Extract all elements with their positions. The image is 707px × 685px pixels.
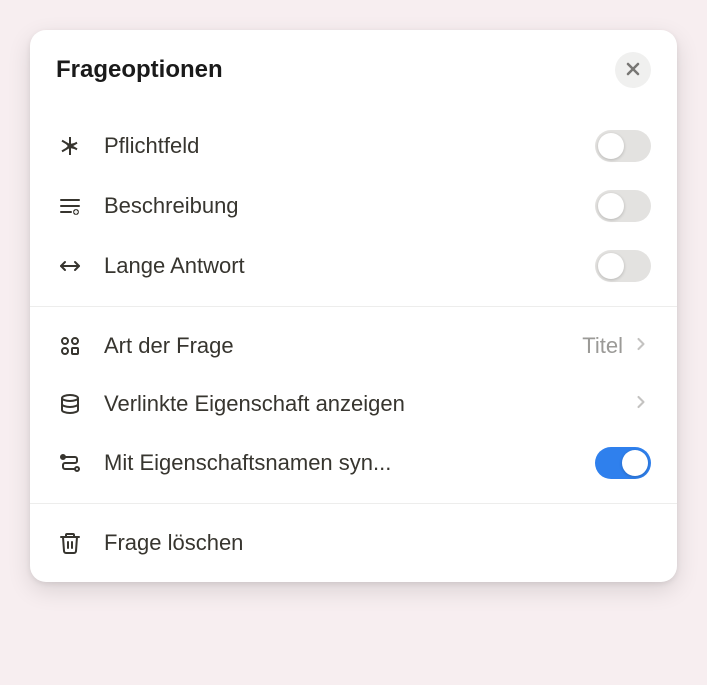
long-answer-toggle[interactable] (595, 250, 651, 282)
linked-property-row[interactable]: Verlinkte Eigenschaft anzeigen (30, 375, 677, 433)
question-type-label: Art der Frage (104, 333, 582, 359)
description-icon (56, 192, 84, 220)
linked-property-label: Verlinkte Eigenschaft anzeigen (104, 391, 631, 417)
delete-question-row[interactable]: Frage löschen (30, 514, 677, 572)
trash-icon (56, 529, 84, 557)
grid-icon (56, 332, 84, 360)
config-section: Art der Frage Titel Verlinkte Eigenschaf… (30, 307, 677, 503)
close-icon (625, 61, 641, 80)
close-button[interactable] (615, 52, 651, 88)
sync-name-toggle[interactable] (595, 447, 651, 479)
toggles-section: Pflichtfeld Beschreibung (30, 106, 677, 306)
panel-header: Frageoptionen (30, 30, 677, 106)
chevron-right-icon (631, 392, 651, 417)
sync-name-label: Mit Eigenschaftsnamen syn... (104, 450, 595, 476)
panel-title: Frageoptionen (56, 56, 223, 84)
question-options-panel: Frageoptionen Pflichtfeld (30, 30, 677, 582)
required-row[interactable]: Pflichtfeld (30, 116, 677, 176)
delete-question-label: Frage löschen (104, 530, 651, 556)
question-type-row[interactable]: Art der Frage Titel (30, 317, 677, 375)
description-label: Beschreibung (104, 193, 595, 219)
arrows-horizontal-icon (56, 252, 84, 280)
database-icon (56, 390, 84, 418)
required-toggle[interactable] (595, 130, 651, 162)
asterisk-icon (56, 132, 84, 160)
required-label: Pflichtfeld (104, 133, 595, 159)
sync-name-row[interactable]: Mit Eigenschaftsnamen syn... (30, 433, 677, 493)
route-icon (56, 449, 84, 477)
chevron-right-icon (631, 334, 651, 359)
actions-section: Frage löschen (30, 504, 677, 582)
long-answer-row[interactable]: Lange Antwort (30, 236, 677, 296)
description-toggle[interactable] (595, 190, 651, 222)
description-row[interactable]: Beschreibung (30, 176, 677, 236)
question-type-value: Titel (582, 333, 623, 359)
long-answer-label: Lange Antwort (104, 253, 595, 279)
